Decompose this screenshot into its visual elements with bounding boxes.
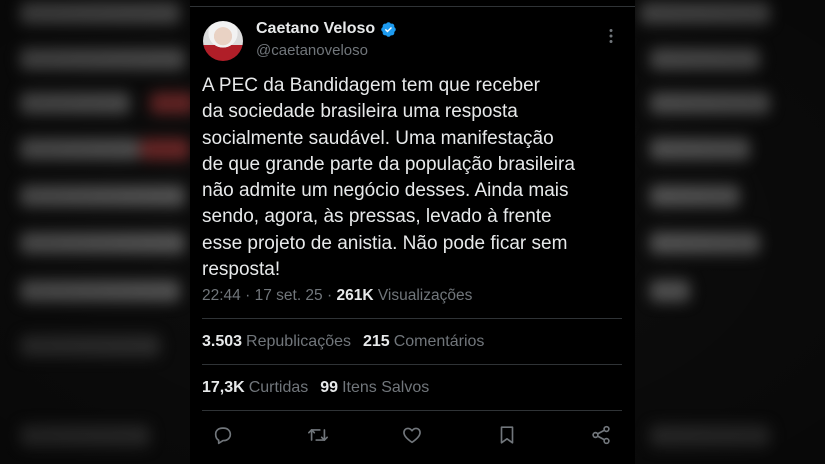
saves-label: Itens Salvos [342, 379, 430, 396]
reply-icon[interactable] [212, 424, 234, 446]
saves-stat[interactable]: 99 Itens Salvos [320, 379, 429, 397]
bookmark-icon[interactable] [496, 424, 518, 446]
reposts-count: 3.503 [202, 333, 243, 350]
engagement-row-2: 17,3K Curtidas 99 Itens Salvos [202, 379, 429, 397]
saves-count: 99 [320, 379, 339, 396]
comments-stat[interactable]: 215 Comentários [363, 333, 484, 351]
author-name[interactable]: Caetano Veloso [256, 20, 375, 38]
author-row: Caetano Veloso [256, 20, 397, 38]
comments-label: Comentários [393, 333, 485, 350]
comments-count: 215 [363, 333, 390, 350]
likes-label: Curtidas [248, 379, 309, 396]
repost-icon[interactable] [307, 424, 329, 446]
meta-separator: · [245, 287, 251, 304]
share-icon[interactable] [590, 424, 612, 446]
more-options-icon[interactable] [601, 26, 621, 46]
top-divider [190, 6, 635, 7]
reposts-label: Republicações [246, 333, 351, 350]
avatar[interactable] [203, 21, 243, 61]
views-label: Visualizações [377, 287, 473, 304]
like-icon[interactable] [401, 424, 423, 446]
likes-count: 17,3K [202, 379, 245, 396]
divider [202, 318, 622, 319]
meta-separator-2: · [326, 287, 333, 304]
author-handle[interactable]: @caetanoveloso [256, 42, 368, 59]
divider [202, 364, 622, 365]
verified-badge-icon [380, 21, 397, 38]
action-bar [212, 424, 612, 446]
likes-stat[interactable]: 17,3K Curtidas [202, 379, 308, 397]
divider [202, 410, 622, 411]
tweet-date[interactable]: 17 set. 25 [255, 287, 323, 304]
reposts-stat[interactable]: 3.503 Republicações [202, 333, 351, 351]
tweet-card: Caetano Veloso @caetanoveloso A PEC da B… [190, 0, 635, 464]
tweet-time[interactable]: 22:44 [202, 287, 241, 304]
engagement-row-1: 3.503 Republicações 215 Comentários [202, 333, 484, 351]
views-count: 261K [336, 287, 374, 304]
tweet-text: A PEC da Bandidagem tem que receber da s… [202, 75, 575, 281]
tweet-meta: 22:44 · 17 set. 25 · 261K Visualizações [202, 287, 472, 305]
